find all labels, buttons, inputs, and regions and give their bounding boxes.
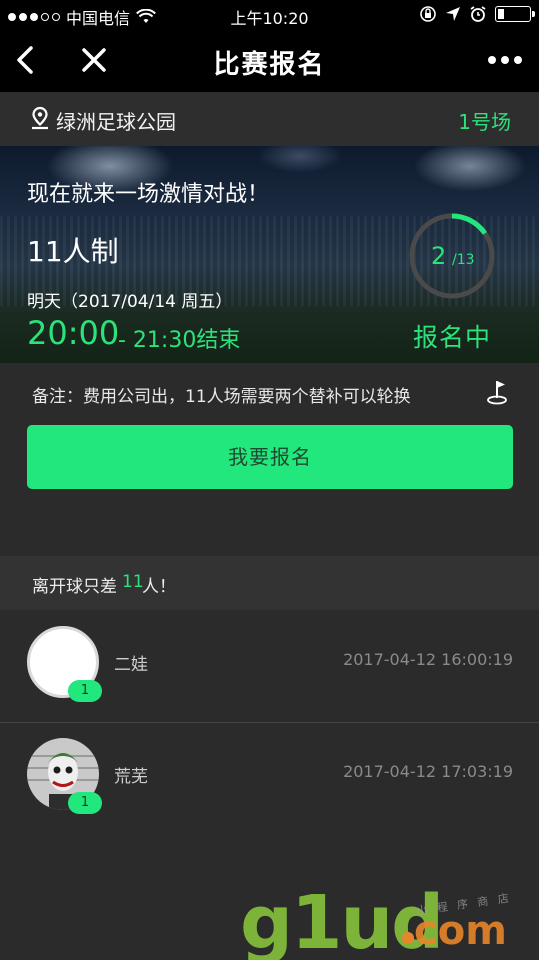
match-end-time: - 21:30结束 — [118, 328, 241, 353]
signup-status: 报名中 — [413, 323, 492, 352]
battery-fill — [498, 9, 504, 19]
signup-time: 2017-04-12 17:03:19 — [343, 762, 513, 781]
remaining-suffix: 人！ — [142, 577, 176, 597]
signup-button[interactable]: 我要报名 — [27, 425, 513, 489]
battery-icon — [495, 6, 535, 22]
status-right — [419, 5, 535, 23]
watermark-logo: g1ud — [240, 880, 444, 960]
alarm-icon — [470, 6, 486, 22]
status-bar: 中国电信 上午10:20 — [0, 0, 539, 30]
match-note: 备注：费用公司出，11人场需要两个替补可以轮换 — [32, 387, 411, 407]
capacity-count: /13 — [452, 252, 475, 268]
participant-count-badge: 1 — [68, 680, 102, 702]
page-title: 比赛报名 — [213, 50, 326, 80]
location-arrow-icon — [446, 7, 460, 21]
participant-count-badge: 1 — [68, 792, 102, 814]
remaining-count: 11 — [122, 572, 144, 592]
location-row[interactable]: 绿洲足球公园 1号场 — [0, 92, 539, 146]
signup-time: 2017-04-12 16:00:19 — [343, 650, 513, 669]
participant-row[interactable]: 1 二娃 2017-04-12 16:00:19 — [0, 610, 539, 722]
match-banner: 现在就来一场激情对战！ 11人制 明天（2017/04/14 周五） 20:00… — [0, 146, 539, 363]
match-format: 11人制 — [27, 235, 119, 268]
participant-row[interactable]: 1 荒芜 2017-04-12 17:03:19 — [0, 722, 539, 834]
golf-flag-icon[interactable] — [486, 378, 510, 406]
more-dots-icon[interactable] — [485, 48, 525, 72]
watermark-dot — [402, 932, 414, 944]
location-pin-icon — [32, 106, 48, 130]
rotation-lock-icon — [420, 6, 436, 22]
venue-name: 绿洲足球公园 — [56, 110, 176, 134]
remaining-bar: 离开球只差 11 人！ — [0, 556, 539, 610]
remaining-prefix: 离开球只差 — [32, 577, 117, 597]
match-date: 明天（2017/04/14 周五） — [27, 292, 233, 312]
signed-count: 2 — [431, 242, 447, 270]
participant-name: 二娃 — [114, 655, 148, 675]
match-slogan: 现在就来一场激情对战！ — [27, 182, 270, 207]
participant-name: 荒芜 — [114, 767, 148, 787]
match-start-time: 20:00 — [27, 314, 120, 352]
nav-bar: 比赛报名 — [0, 30, 539, 92]
field-number: 1号场 — [458, 110, 511, 134]
